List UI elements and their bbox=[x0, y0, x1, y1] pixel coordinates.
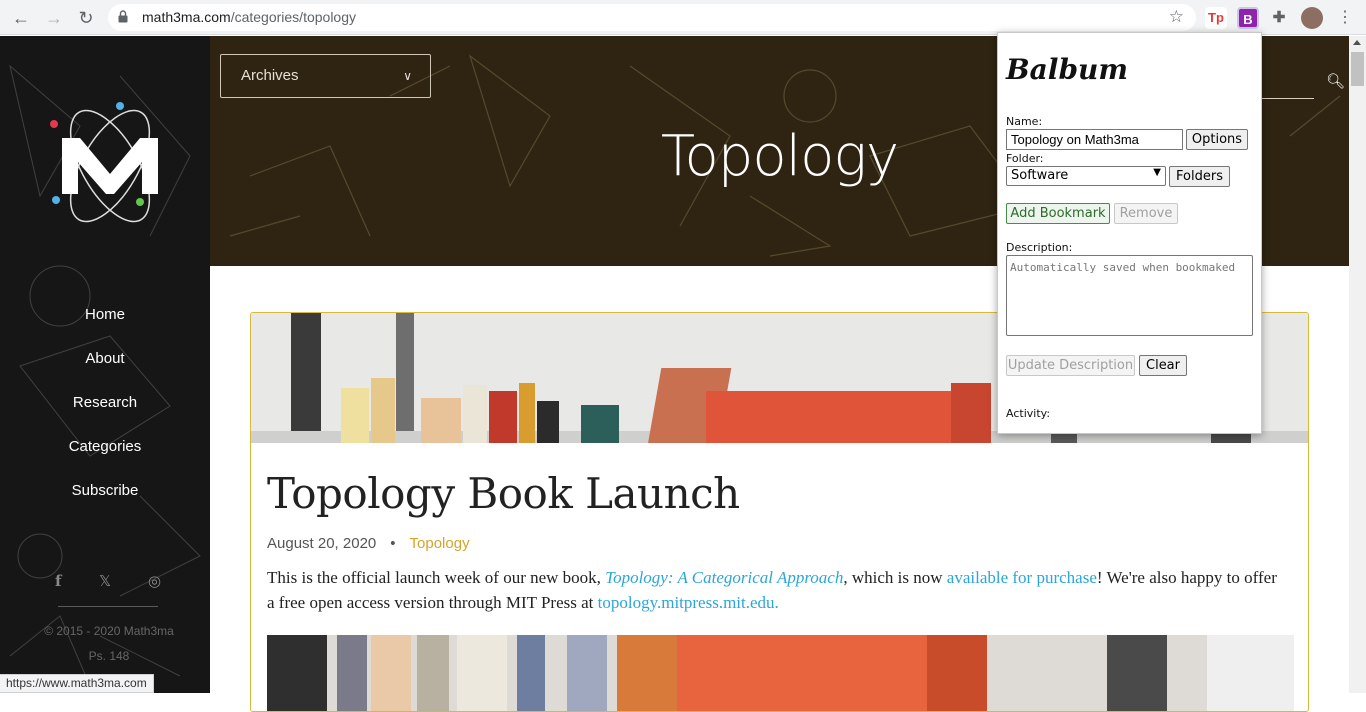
description-textarea[interactable]: Automatically saved when bookmaked bbox=[1006, 255, 1253, 336]
page-scrollbar[interactable] bbox=[1349, 36, 1366, 693]
profile-avatar[interactable] bbox=[1301, 7, 1323, 29]
copyright-text: © 2015 - 2020 Math3ma bbox=[44, 624, 174, 638]
extensions-puzzle-icon[interactable]: ✚ bbox=[1268, 7, 1290, 29]
article-title[interactable]: Topology Book Launch bbox=[267, 469, 740, 518]
link-status-bar: https://www.math3ma.com bbox=[0, 674, 154, 693]
meta-separator: • bbox=[390, 535, 396, 552]
scroll-thumb[interactable] bbox=[1351, 52, 1364, 86]
sidebar: Home About Research Categories Subscribe… bbox=[0, 36, 210, 693]
article-date: August 20, 2020 bbox=[267, 535, 377, 552]
article-paragraph: This is the official launch week of our … bbox=[267, 568, 1277, 612]
forward-arrow-icon[interactable]: → bbox=[42, 6, 66, 30]
folder-label: Folder: bbox=[1006, 152, 1044, 165]
remove-button[interactable]: Remove bbox=[1114, 203, 1178, 224]
sidebar-item-about[interactable]: About bbox=[0, 350, 210, 367]
browser-toolbar: ← → ↻ math3ma.com/categories/topology ☆ … bbox=[0, 0, 1366, 35]
sidebar-item-subscribe[interactable]: Subscribe bbox=[0, 482, 210, 499]
search-icon[interactable]: 🔍︎ bbox=[1326, 72, 1345, 90]
folder-select[interactable]: Software ▼ bbox=[1006, 166, 1166, 186]
twitter-icon[interactable]: 𝕏 bbox=[99, 572, 111, 590]
address-bar[interactable]: math3ma.com/categories/topology ☆ bbox=[108, 4, 1196, 31]
archives-dropdown[interactable]: Archives ∨ bbox=[220, 54, 431, 98]
clear-button[interactable]: Clear bbox=[1139, 355, 1187, 376]
description-label: Description: bbox=[1006, 241, 1073, 254]
bookmark-star-icon[interactable]: ☆ bbox=[1169, 7, 1184, 27]
name-label: Name: bbox=[1006, 115, 1043, 128]
mitpress-link[interactable]: topology.mitpress.mit.edu. bbox=[598, 593, 779, 612]
balbum-popup: Balbum Name: Options Folder: Software▼ F… bbox=[997, 32, 1262, 434]
archives-label: Archives bbox=[241, 67, 299, 84]
math3ma-logo bbox=[50, 102, 158, 223]
chevron-down-icon: ▼ bbox=[1153, 167, 1161, 178]
url-text: math3ma.com/categories/topology bbox=[142, 9, 357, 25]
options-button[interactable]: Options bbox=[1186, 129, 1248, 150]
balbum-logo: Balbum bbox=[1006, 53, 1129, 86]
verse-text: Ps. 148 bbox=[88, 649, 130, 663]
article-meta: August 20, 2020 • Topology bbox=[267, 535, 470, 552]
sidebar-item-research[interactable]: Research bbox=[0, 394, 210, 411]
bookshelf-image[interactable] bbox=[267, 635, 1294, 712]
facebook-icon[interactable]: f bbox=[55, 572, 61, 590]
book-title-link[interactable]: Topology: A Categorical Approach bbox=[605, 568, 843, 587]
lock-icon bbox=[118, 10, 128, 23]
article-category-link[interactable]: Topology bbox=[410, 535, 470, 552]
chevron-down-icon: ∨ bbox=[403, 69, 412, 83]
bookmark-name-input[interactable] bbox=[1006, 129, 1183, 150]
scroll-up-arrow[interactable] bbox=[1353, 40, 1361, 45]
add-bookmark-button[interactable]: Add Bookmark bbox=[1006, 203, 1110, 224]
folders-button[interactable]: Folders bbox=[1169, 166, 1230, 187]
extension-tp-icon[interactable]: Tp bbox=[1205, 7, 1227, 29]
instagram-icon[interactable]: ◎ bbox=[148, 572, 161, 590]
browser-menu-icon[interactable]: ⋮ bbox=[1333, 6, 1357, 30]
back-arrow-icon[interactable]: ← bbox=[9, 6, 33, 30]
reload-icon[interactable]: ↻ bbox=[74, 6, 98, 30]
purchase-link[interactable]: available for purchase bbox=[947, 568, 1097, 587]
extension-balbum-icon[interactable]: B bbox=[1237, 7, 1259, 29]
sidebar-item-categories[interactable]: Categories bbox=[0, 438, 210, 455]
sidebar-divider bbox=[58, 606, 158, 607]
update-description-button[interactable]: Update Description bbox=[1006, 355, 1135, 376]
activity-label: Activity: bbox=[1006, 407, 1051, 420]
sidebar-item-home[interactable]: Home bbox=[0, 306, 210, 323]
